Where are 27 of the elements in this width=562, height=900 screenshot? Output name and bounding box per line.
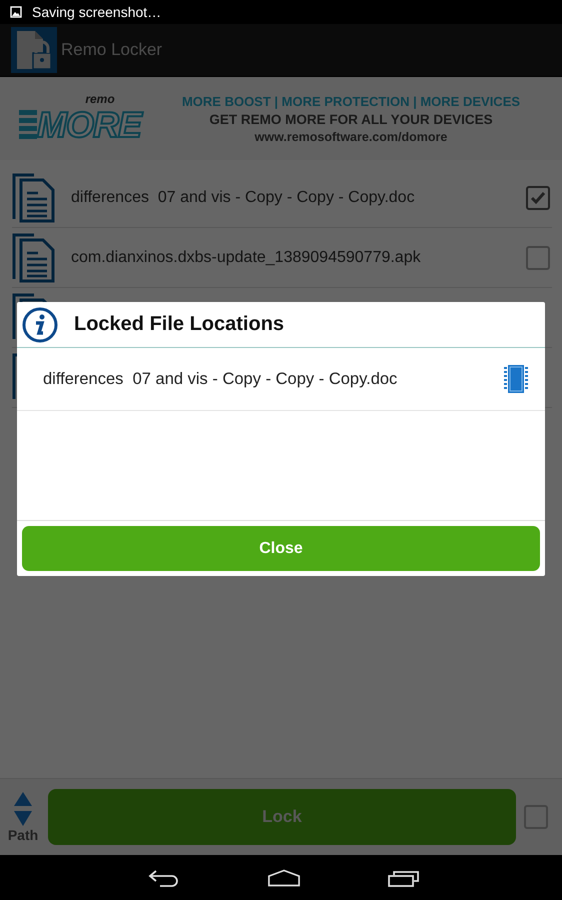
tagline: MORE BOOST | MORE PROTECTION | MORE DEVICES (182, 94, 520, 108)
back-icon[interactable] (148, 868, 180, 886)
checkbox[interactable] (526, 246, 550, 270)
logo-drawing: remo MORE (14, 92, 146, 144)
dialog-title: Locked File Locations (74, 313, 284, 336)
documents-icon (12, 172, 56, 222)
close-button[interactable]: Close (22, 526, 540, 571)
info-icon (22, 306, 58, 342)
documents-icon (12, 232, 56, 282)
notification-text: Saving screenshot… (32, 4, 162, 20)
recent-apps-icon[interactable] (388, 868, 420, 886)
memory-card-icon (503, 364, 529, 394)
ad-banner[interactable]: remo MORE MORE BOOST | MORE PROTECTION | MORE DEVICES GET REMO MORE FOR ALL YOUR DEVICES www.remosoftware.com/domore (0, 77, 562, 160)
file-path[interactable]: differences 07 and vis - Copy - Copy - Copy.doc (43, 370, 503, 388)
path-label: Path (8, 827, 38, 843)
up-down-arrows-icon[interactable] (13, 791, 33, 827)
home-icon[interactable] (268, 868, 300, 886)
lock-button[interactable]: Lock (48, 789, 516, 845)
checkbox[interactable] (524, 805, 548, 829)
headline: GET REMO MORE FOR ALL YOUR DEVICES (209, 112, 493, 126)
checkbox[interactable] (526, 186, 550, 210)
app-icon[interactable] (11, 27, 57, 73)
website-link[interactable]: www.remosoftware.com/domore (254, 130, 448, 144)
image-icon (10, 6, 22, 18)
app-title: Remo Locker (61, 40, 162, 60)
file-name[interactable]: com.dianxinos.dxbs-update_1389094590779.apk (71, 248, 526, 266)
file-name[interactable]: differences 07 and vis - Copy - Copy - Copy.doc (71, 188, 526, 206)
